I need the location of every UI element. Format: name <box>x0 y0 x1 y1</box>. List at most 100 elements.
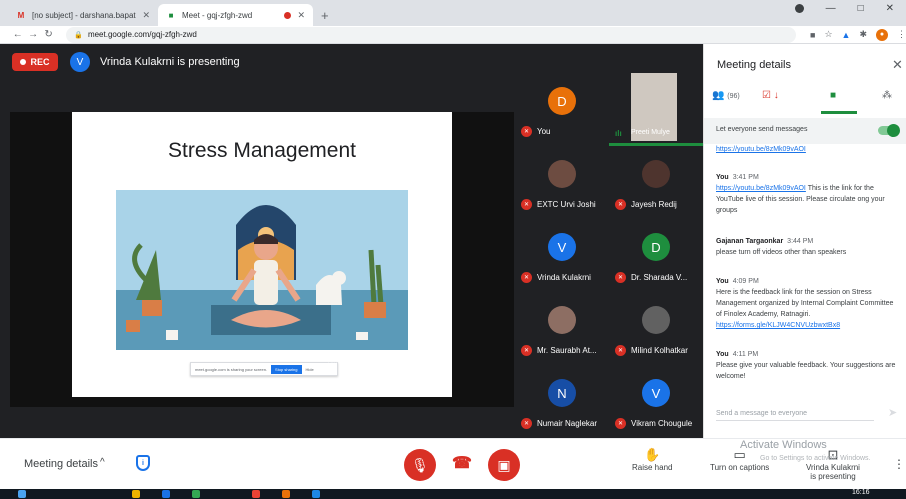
chat-link[interactable]: https://youtu.be/8zMk09vAOI <box>716 146 806 153</box>
record-dot-icon <box>20 59 27 65</box>
participant-name: Vrinda Kulakrni <box>537 273 591 282</box>
activate-windows-watermark-sub: Go to Settings to activate Windows. <box>760 455 871 462</box>
back-icon[interactable]: ← <box>10 29 25 40</box>
mic-off-button[interactable]: 🎙 <box>404 449 436 481</box>
minimize-icon[interactable]: — <box>826 3 836 14</box>
tab-activities-shapes[interactable]: ⁂ <box>882 90 892 101</box>
tab-activities[interactable]: ☑ ↓ <box>762 90 779 101</box>
mic-off-icon: ✕ <box>615 199 626 210</box>
timestamp: 4:09 PM <box>732 278 759 285</box>
presenting-line2: is presenting <box>810 472 856 481</box>
participant-tile[interactable]: ✕ EXTC Urvi Joshi <box>515 146 609 219</box>
timestamp: 4:11 PM <box>732 351 759 358</box>
screen: M [no subject] - darshana.bapat@f... ✕ ■… <box>0 0 906 499</box>
meditation-illustration <box>116 190 408 350</box>
hand-icon: ✋ <box>644 447 661 462</box>
chat-message: Gajanan Targaonkar 3:44 PM please turn of… <box>716 236 896 258</box>
avatar: D <box>548 87 576 115</box>
chat-link[interactable]: https://youtu.be/8zMk09vAOI <box>716 185 806 192</box>
meet-icon: ■ <box>168 10 174 20</box>
participant-tile[interactable]: V ✕ Vrinda Kulakrni <box>515 219 609 292</box>
reload-icon[interactable]: ↻ <box>41 29 56 40</box>
participant-tile[interactable]: ✕ Milind Kolhatkar <box>609 292 703 365</box>
app-icon[interactable] <box>312 490 320 498</box>
speaking-icon: ılı <box>615 129 622 138</box>
close-tab-icon[interactable]: ✕ <box>142 10 150 21</box>
maximize-icon[interactable]: □ <box>858 3 864 14</box>
message-text: please turn off videos other than speake… <box>716 249 847 256</box>
tab-chat[interactable]: ■ <box>830 90 836 101</box>
participant-tile[interactable]: N ✕ Numair Naglekar <box>515 365 609 438</box>
close-tab-icon[interactable]: ✕ <box>297 10 305 21</box>
edge-icon[interactable] <box>162 490 170 498</box>
windows-taskbar: 16:16 <box>0 489 906 499</box>
participant-name: EXTC Urvi Joshi <box>537 200 596 209</box>
present-now-button[interactable]: ⊡ Vrinda Kulakrni is presenting <box>806 447 860 481</box>
camera-off-button[interactable]: ▣ <box>488 449 520 481</box>
star-icon[interactable]: ☆ <box>824 29 832 40</box>
menu-icon[interactable]: ⋮ <box>897 29 906 40</box>
camera-icon[interactable]: ■ <box>810 30 815 40</box>
mic-off-icon: ✕ <box>615 345 626 356</box>
participant-name: Numair Naglekar <box>537 419 598 428</box>
chrome-icon[interactable] <box>252 490 260 498</box>
participant-tile[interactable]: ✕ Jayesh Redij <box>609 146 703 219</box>
leave-call-button[interactable]: ☎ <box>448 449 476 477</box>
puzzle-icon[interactable]: ✱ <box>859 29 867 40</box>
mic-off-icon: ✕ <box>615 418 626 429</box>
participant-tile-speaking[interactable]: ılı Preeti Mulye <box>609 73 703 146</box>
tab-people[interactable]: 👥 (96) <box>712 90 740 101</box>
avatar: V <box>548 233 576 261</box>
chevron-up-icon[interactable]: ^ <box>100 457 105 468</box>
extension-icon[interactable]: ▲ <box>842 30 851 40</box>
stop-sharing-button[interactable]: Stop sharing <box>271 364 302 374</box>
browser-tab-gmail[interactable]: M [no subject] - darshana.bapat@f... ✕ <box>8 4 158 26</box>
sender: Gajanan Targaonkar <box>716 238 784 245</box>
chat-input[interactable]: Send a message to everyone <box>716 410 874 421</box>
account-icon[interactable] <box>794 4 804 13</box>
tab-title: Meet - gqj-zfgh-zwd <box>182 10 253 20</box>
avatar <box>548 306 576 334</box>
checkbox-icon: ☑ <box>762 90 771 101</box>
security-shield-icon[interactable]: i <box>136 455 150 471</box>
participant-name: Jayesh Redij <box>631 200 677 209</box>
mic-off-icon: ✕ <box>521 126 532 137</box>
send-icon[interactable]: ➤ <box>888 406 897 419</box>
participant-tile[interactable]: D ✕ You <box>515 73 609 146</box>
more-options-icon[interactable]: ⋮ <box>893 457 905 471</box>
presenting-text: Vrinda Kulakrni is presenting <box>100 56 240 68</box>
explorer-icon[interactable] <box>132 490 140 498</box>
participant-tiles: D ✕ You ılı Preeti Mulye ✕ EXTC Urvi Jos… <box>515 73 703 438</box>
participant-tile[interactable]: D ✕ Dr. Sharada V... <box>609 219 703 292</box>
participant-tile[interactable]: ✕ Mr. Saurabh At... <box>515 292 609 365</box>
recording-indicator-icon <box>284 11 292 19</box>
chat-link[interactable]: https://forms.gle/KLJW4CNVUzbwxtBx8 <box>716 320 896 331</box>
url-bar[interactable]: 🔒 meet.google.com/gqj-zfgh-zwd <box>66 26 797 43</box>
chat-messages: https://youtu.be/8zMk09vAOI You 3:41 PM h… <box>704 144 906 406</box>
mic-off-icon: ✕ <box>615 272 626 283</box>
app-icon[interactable] <box>282 490 290 498</box>
avatar: V <box>642 379 670 407</box>
message-text: Here is the feedback link for the sessio… <box>716 289 894 318</box>
start-icon[interactable] <box>18 490 26 498</box>
mic-off-icon: ✕ <box>521 272 532 283</box>
mic-off-icon: ✕ <box>521 418 532 429</box>
profile-avatar[interactable]: ● <box>876 28 889 41</box>
address-bar-row: ← → ↻ 🔒 meet.google.com/gqj-zfgh-zwd ■ ☆… <box>0 26 906 44</box>
participant-tile[interactable]: V ✕ Vikram Chougule <box>609 365 703 438</box>
presenter-avatar: V <box>70 52 90 72</box>
new-tab-button[interactable]: + <box>313 4 337 26</box>
close-window-icon[interactable]: ✕ <box>886 3 894 14</box>
raise-hand-button[interactable]: ✋ Raise hand <box>632 447 672 472</box>
let-everyone-send-row: Let everyone send messages <box>704 118 906 144</box>
active-tab-indicator <box>821 111 857 114</box>
close-icon[interactable]: ✕ <box>892 57 903 73</box>
hide-button[interactable]: Hide <box>306 367 314 372</box>
send-messages-toggle[interactable] <box>878 124 900 137</box>
browser-tab-meet[interactable]: ■ Meet - gqj-zfgh-zwd ✕ <box>158 4 313 26</box>
forward-icon[interactable]: → <box>25 29 40 40</box>
app-icon[interactable] <box>192 490 200 498</box>
avatar: D <box>642 233 670 261</box>
activate-windows-watermark: Activate Windows <box>740 439 827 451</box>
meeting-details-button[interactable]: Meeting details <box>24 458 98 470</box>
